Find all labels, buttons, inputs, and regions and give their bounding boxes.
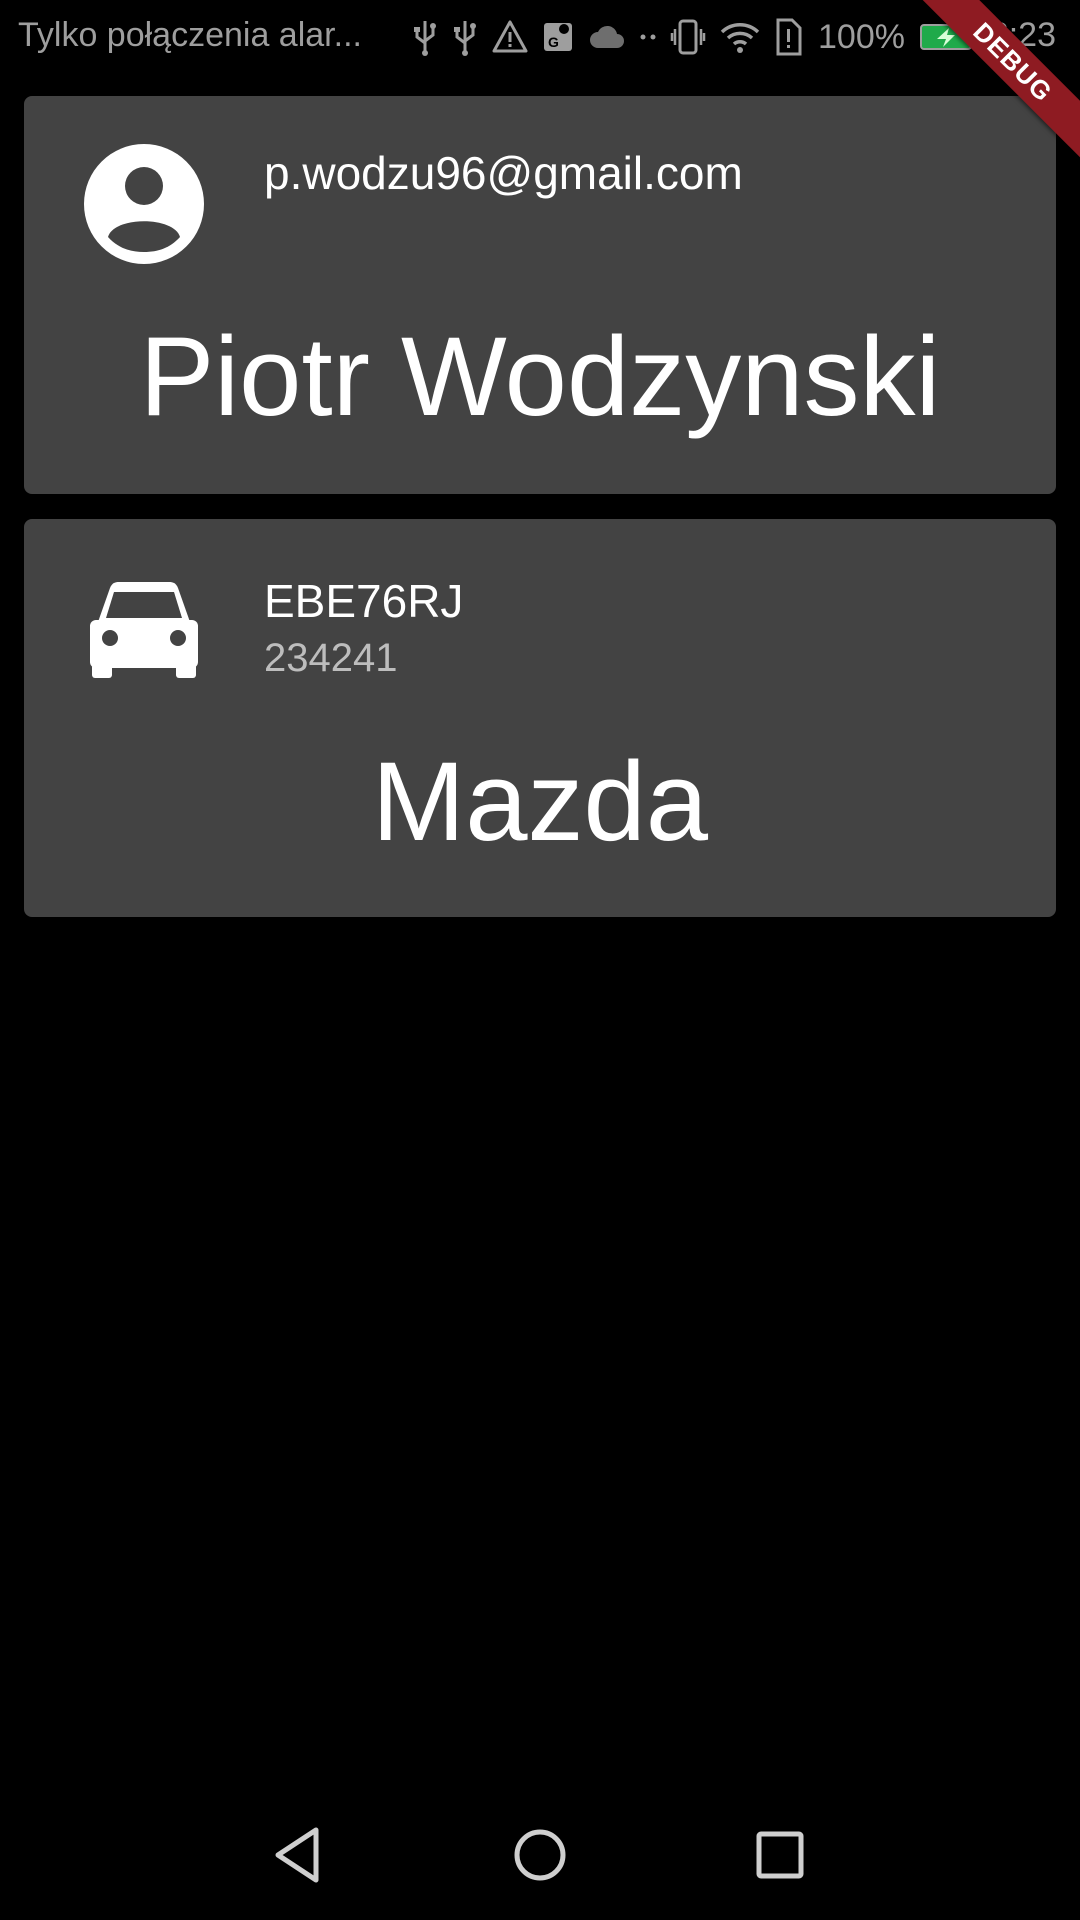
car-make: Mazda bbox=[371, 739, 709, 864]
dots-icon bbox=[640, 32, 656, 42]
battery-percent: 100% bbox=[818, 17, 905, 56]
sim-alert-icon bbox=[774, 18, 802, 56]
status-notification-text: Tylko połączenia alar... bbox=[18, 16, 362, 54]
app-screen: Tylko połączenia alar... G 100% 22:23 p.… bbox=[0, 0, 1080, 1920]
navigation-bar bbox=[0, 1790, 1080, 1920]
warning-icon bbox=[492, 19, 528, 55]
user-card[interactable]: p.wodzu96@gmail.com Piotr Wodzynski bbox=[24, 96, 1056, 494]
car-icon bbox=[88, 580, 200, 680]
status-icons: G 100% bbox=[412, 12, 977, 62]
maps-icon: G bbox=[542, 19, 574, 55]
user-name: Piotr Wodzynski bbox=[139, 314, 941, 439]
car-number: 234241 bbox=[264, 636, 398, 680]
usb-icon bbox=[452, 17, 478, 57]
home-icon[interactable] bbox=[505, 1820, 575, 1890]
wifi-icon bbox=[720, 20, 760, 54]
recent-apps-icon[interactable] bbox=[745, 1820, 815, 1890]
status-bar: Tylko połączenia alar... G 100% 22:23 bbox=[0, 0, 1080, 74]
back-icon[interactable] bbox=[264, 1820, 334, 1890]
account-circle-icon bbox=[84, 144, 204, 264]
status-time: 22:23 bbox=[970, 16, 1056, 54]
battery-icon bbox=[919, 22, 977, 52]
svg-text:G: G bbox=[548, 34, 559, 50]
car-plate: EBE76RJ bbox=[264, 575, 464, 627]
user-email: p.wodzu96@gmail.com bbox=[264, 147, 743, 199]
cloud-icon bbox=[588, 22, 626, 52]
car-card[interactable]: EBE76RJ 234241 Mazda bbox=[24, 519, 1056, 917]
usb-icon bbox=[412, 17, 438, 57]
vibrate-icon bbox=[670, 17, 706, 57]
